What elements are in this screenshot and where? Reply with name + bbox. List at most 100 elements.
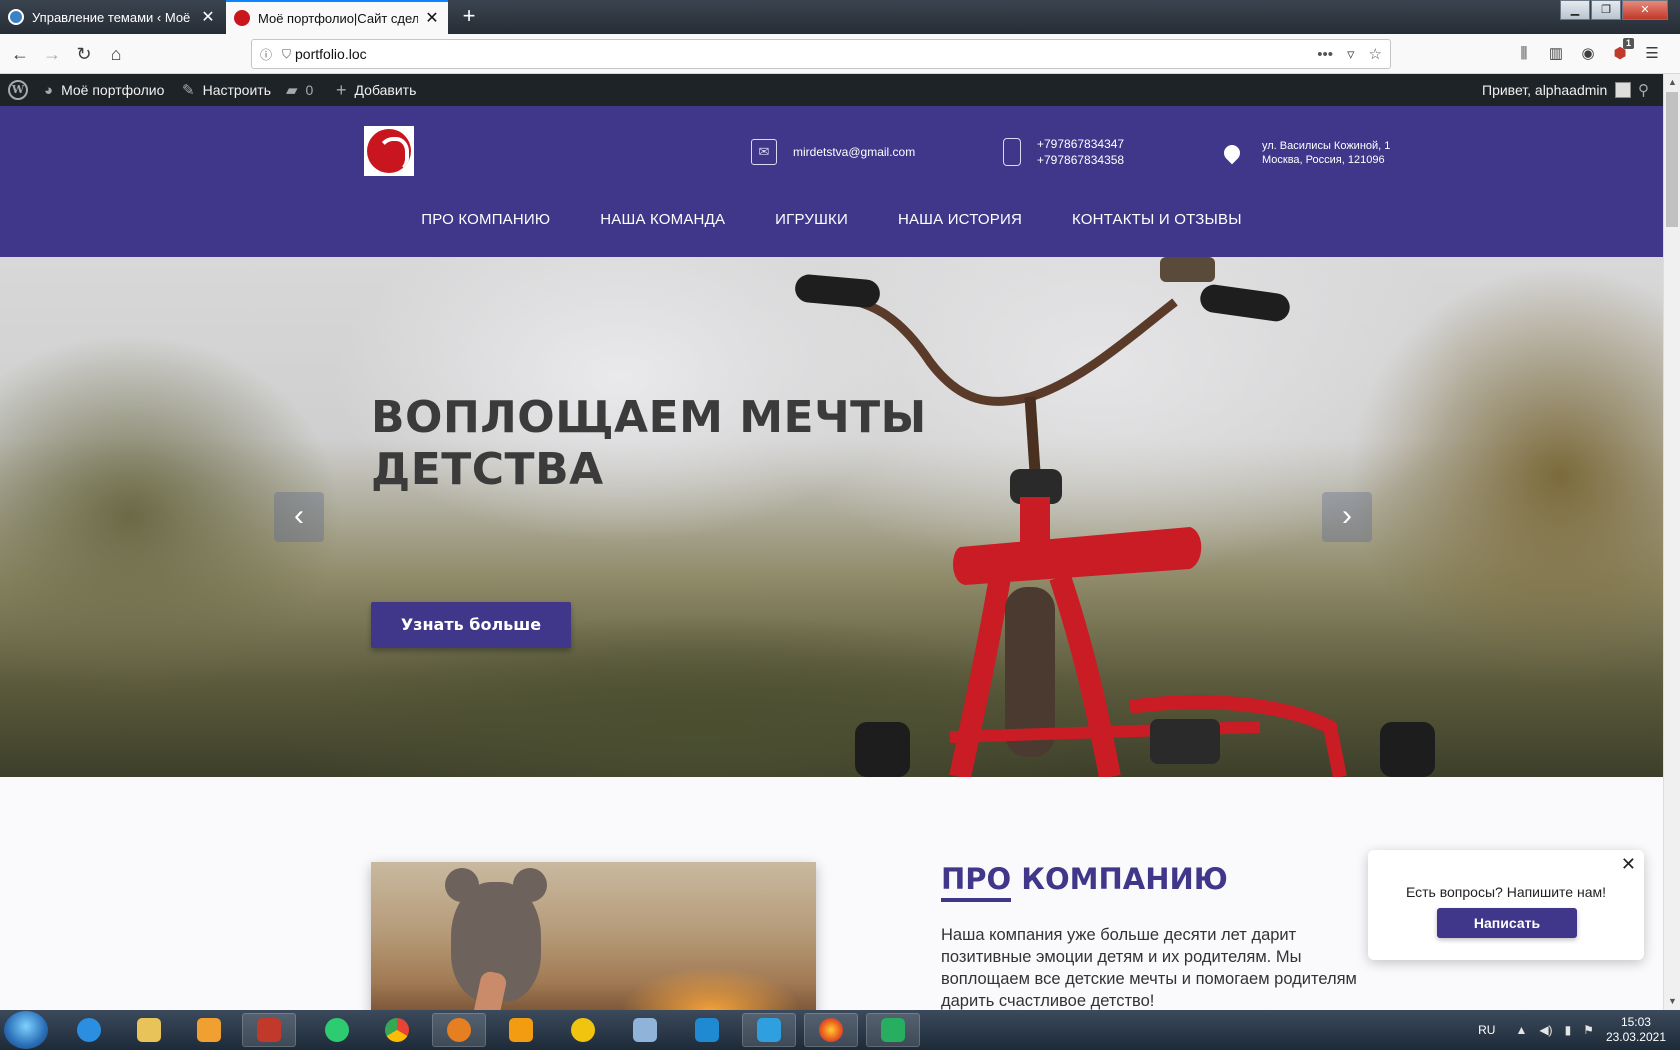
menu-item-team[interactable]: НАША КОМАНДА bbox=[600, 211, 725, 228]
page-actions-icon[interactable]: ••• bbox=[1317, 46, 1333, 63]
write-us-button[interactable]: Написать bbox=[1437, 908, 1577, 938]
search-icon: ⚲ bbox=[1638, 82, 1649, 99]
vscode-icon[interactable] bbox=[680, 1013, 734, 1047]
header-address: ул. Василисы Кожиной, 1 Москва, Россия, … bbox=[1220, 139, 1390, 167]
scrollbar-thumb[interactable] bbox=[1666, 92, 1678, 227]
tricycle-image bbox=[795, 257, 1435, 777]
site-header: ✉ mirdetstva@gmail.com +797867834347 +79… bbox=[0, 106, 1663, 257]
hero-title-line-2: ДЕТСТВА bbox=[371, 444, 604, 495]
phone-2[interactable]: +797867834358 bbox=[1037, 152, 1124, 168]
scroll-down-icon[interactable]: ▼ bbox=[1664, 993, 1680, 1010]
email-text[interactable]: mirdetstva@gmail.com bbox=[793, 144, 915, 160]
reload-button[interactable]: ↻ bbox=[70, 40, 98, 68]
phone-1[interactable]: +797867834347 bbox=[1037, 136, 1124, 152]
admin-site-name[interactable]: ◕ Моё портфолио bbox=[44, 74, 164, 106]
wordpress-icon: W bbox=[8, 80, 28, 100]
system-tray: RU ▲ ◀) ▮ ⚑ 15:03 23.03.2021 bbox=[1478, 1010, 1680, 1050]
internet-explorer-icon[interactable] bbox=[62, 1013, 116, 1047]
menu-item-toys[interactable]: ИГРУШКИ bbox=[775, 211, 848, 228]
clock-date: 23.03.2021 bbox=[1605, 1030, 1666, 1044]
wp-admin-bar: W ◕ Моё портфолио ✎ Настроить ▰ 0 + Доба… bbox=[0, 74, 1663, 106]
sublime-text-icon[interactable] bbox=[494, 1013, 548, 1047]
vscode-insiders-icon[interactable] bbox=[742, 1013, 796, 1047]
toolbar-right: ⫼ ▥ ◉ ⬢ 1 ☰ bbox=[1508, 38, 1668, 68]
about-title-rest: КОМПАНИЮ bbox=[1011, 862, 1228, 896]
account-icon[interactable]: ◉ bbox=[1572, 40, 1604, 68]
menu-hamburger-icon[interactable]: ☰ bbox=[1636, 40, 1668, 68]
tab-theme-management[interactable]: Управление темами ‹ Моё портфолио ✕ bbox=[0, 0, 224, 34]
library-icon[interactable]: ⫼ bbox=[1508, 40, 1540, 68]
extension-icon[interactable]: ⬢ 1 bbox=[1604, 38, 1636, 68]
address-bar[interactable]: ⓘ ⛉ portfolio.loc ••• ▿ ☆ bbox=[251, 39, 1391, 69]
ccleaner-icon[interactable] bbox=[432, 1013, 486, 1047]
chrome-icon[interactable] bbox=[370, 1013, 424, 1047]
admin-search[interactable]: ⚲ bbox=[1638, 74, 1657, 106]
start-button[interactable] bbox=[4, 1011, 48, 1049]
address-line-2: Москва, Россия, 121096 bbox=[1262, 154, 1385, 166]
tab-title: Моё портфолио|Сайт сделан bbox=[258, 10, 418, 26]
learn-more-button[interactable]: Узнать больше bbox=[371, 602, 571, 648]
forward-button[interactable]: → bbox=[38, 40, 66, 68]
ib-app-icon[interactable] bbox=[310, 1013, 364, 1047]
admin-account[interactable]: Привет, alphaadmin bbox=[1482, 74, 1632, 106]
unknown-app-icon[interactable] bbox=[866, 1013, 920, 1047]
back-button[interactable]: ← bbox=[6, 40, 34, 68]
tab-portfolio[interactable]: Моё портфолио|Сайт сделан ✕ bbox=[226, 0, 448, 34]
slider-prev-arrow-icon[interactable]: ‹ bbox=[274, 492, 324, 542]
menu-item-contacts[interactable]: КОНТАКТЫ И ОТЗЫВЫ bbox=[1072, 211, 1242, 228]
close-icon[interactable]: ✕ bbox=[1621, 854, 1636, 875]
action-center-icon[interactable]: ⚑ bbox=[1583, 1023, 1594, 1037]
media-player-icon[interactable] bbox=[182, 1013, 236, 1047]
network-icon[interactable]: ▮ bbox=[1565, 1023, 1572, 1037]
plus-icon: + bbox=[336, 79, 347, 100]
home-button[interactable]: ⌂ bbox=[102, 40, 130, 68]
scroll-up-icon[interactable]: ▲ bbox=[1664, 74, 1680, 91]
about-image bbox=[371, 862, 816, 1010]
about-title-accent: ПРО bbox=[941, 862, 1012, 902]
envelope-icon: ✉ bbox=[751, 139, 777, 165]
firefox-icon[interactable] bbox=[804, 1013, 858, 1047]
menu-item-history[interactable]: НАША ИСТОРИЯ bbox=[898, 211, 1022, 228]
admin-comments[interactable]: ▰ 0 bbox=[286, 74, 313, 106]
url-text[interactable]: portfolio.loc bbox=[295, 46, 1303, 62]
phone-icon bbox=[1003, 138, 1021, 166]
avatar bbox=[1615, 82, 1632, 98]
file-explorer-icon[interactable] bbox=[122, 1013, 176, 1047]
slider-next-arrow-icon[interactable]: › bbox=[1322, 492, 1372, 542]
pocket-icon[interactable]: ▿ bbox=[1347, 45, 1355, 63]
language-indicator[interactable]: RU bbox=[1478, 1023, 1495, 1037]
brush-icon: ✎ bbox=[182, 82, 195, 99]
archicad-icon[interactable] bbox=[556, 1013, 610, 1047]
hero-title: ВОПЛОЩАЕМ МЕЧТЫ ДЕТСТВА bbox=[371, 392, 971, 496]
new-tab-button[interactable]: + bbox=[455, 2, 483, 30]
page-scrollbar[interactable]: ▲ ▼ bbox=[1663, 74, 1680, 1010]
chat-popup-text: Есть вопросы? Напишите нам! bbox=[1405, 884, 1607, 900]
sidebar-icon[interactable]: ▥ bbox=[1540, 40, 1572, 68]
close-icon[interactable]: ✕ bbox=[424, 8, 440, 28]
comments-count: 0 bbox=[305, 82, 314, 98]
dashboard-icon: ◕ bbox=[44, 81, 54, 99]
window-controls: ▁ ❐ ✕ bbox=[1559, 0, 1668, 20]
menu-item-about[interactable]: ПРО КОМПАНИЮ bbox=[421, 211, 550, 228]
site-info-icon[interactable]: ⓘ bbox=[260, 46, 282, 63]
window-close-button[interactable]: ✕ bbox=[1622, 0, 1668, 20]
page-viewport: W ◕ Моё портфолио ✎ Настроить ▰ 0 + Доба… bbox=[0, 74, 1680, 1010]
clock[interactable]: 15:03 23.03.2021 bbox=[1606, 1015, 1666, 1045]
volume-icon[interactable]: ◀) bbox=[1539, 1023, 1552, 1037]
tray-expand-icon[interactable]: ▲ bbox=[1515, 1023, 1527, 1037]
logo-emblem-icon bbox=[367, 129, 411, 173]
wp-logo-menu[interactable]: W bbox=[8, 74, 28, 106]
maximize-button[interactable]: ❐ bbox=[1591, 0, 1621, 20]
site-logo[interactable] bbox=[364, 126, 414, 176]
admin-greeting: Привет, alphaadmin bbox=[1482, 82, 1608, 98]
virtualbox-icon[interactable] bbox=[618, 1013, 672, 1047]
admin-customize[interactable]: ✎ Настроить bbox=[182, 74, 271, 106]
floppy-app-icon[interactable] bbox=[242, 1013, 296, 1047]
about-text: Наша компания уже больше десяти лет дари… bbox=[941, 926, 1357, 1010]
minimize-button[interactable]: ▁ bbox=[1560, 0, 1590, 20]
bookmark-star-icon[interactable]: ☆ bbox=[1369, 45, 1382, 63]
tab-title: Управление темами ‹ Моё портфолио bbox=[32, 9, 194, 25]
close-icon[interactable]: ✕ bbox=[200, 7, 216, 27]
admin-add-new[interactable]: + Добавить bbox=[336, 74, 416, 106]
shield-icon[interactable]: ⛉ bbox=[282, 47, 291, 62]
